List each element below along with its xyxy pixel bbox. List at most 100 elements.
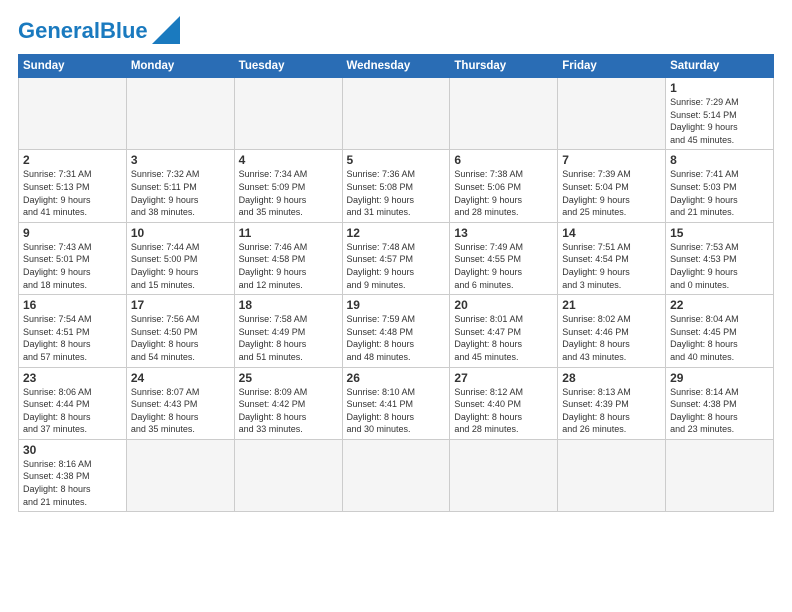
day-info: Sunrise: 7:46 AM Sunset: 4:58 PM Dayligh… xyxy=(239,241,338,291)
day-info: Sunrise: 8:16 AM Sunset: 4:38 PM Dayligh… xyxy=(23,458,122,508)
logo: GeneralBlue xyxy=(18,18,180,44)
calendar-row-5: 23Sunrise: 8:06 AM Sunset: 4:44 PM Dayli… xyxy=(19,367,774,439)
day-info: Sunrise: 7:48 AM Sunset: 4:57 PM Dayligh… xyxy=(347,241,446,291)
day-info: Sunrise: 8:09 AM Sunset: 4:42 PM Dayligh… xyxy=(239,386,338,436)
logo-triangle-icon xyxy=(152,16,180,44)
calendar-row-4: 16Sunrise: 7:54 AM Sunset: 4:51 PM Dayli… xyxy=(19,295,774,367)
table-row xyxy=(234,439,342,511)
logo-text: GeneralBlue xyxy=(18,20,148,42)
table-row xyxy=(450,439,558,511)
table-row: 23Sunrise: 8:06 AM Sunset: 4:44 PM Dayli… xyxy=(19,367,127,439)
day-number: 28 xyxy=(562,371,661,385)
logo-blue: Blue xyxy=(100,18,148,43)
table-row: 27Sunrise: 8:12 AM Sunset: 4:40 PM Dayli… xyxy=(450,367,558,439)
table-row xyxy=(234,78,342,150)
day-number: 20 xyxy=(454,298,553,312)
table-row: 3Sunrise: 7:32 AM Sunset: 5:11 PM Daylig… xyxy=(126,150,234,222)
table-row: 18Sunrise: 7:58 AM Sunset: 4:49 PM Dayli… xyxy=(234,295,342,367)
col-sunday: Sunday xyxy=(19,55,127,78)
table-row: 30Sunrise: 8:16 AM Sunset: 4:38 PM Dayli… xyxy=(19,439,127,511)
day-info: Sunrise: 8:14 AM Sunset: 4:38 PM Dayligh… xyxy=(670,386,769,436)
table-row: 20Sunrise: 8:01 AM Sunset: 4:47 PM Dayli… xyxy=(450,295,558,367)
day-number: 29 xyxy=(670,371,769,385)
col-saturday: Saturday xyxy=(666,55,774,78)
day-info: Sunrise: 8:13 AM Sunset: 4:39 PM Dayligh… xyxy=(562,386,661,436)
day-info: Sunrise: 8:07 AM Sunset: 4:43 PM Dayligh… xyxy=(131,386,230,436)
calendar-row-3: 9Sunrise: 7:43 AM Sunset: 5:01 PM Daylig… xyxy=(19,222,774,294)
day-number: 18 xyxy=(239,298,338,312)
day-info: Sunrise: 7:29 AM Sunset: 5:14 PM Dayligh… xyxy=(670,96,769,146)
day-number: 21 xyxy=(562,298,661,312)
table-row: 12Sunrise: 7:48 AM Sunset: 4:57 PM Dayli… xyxy=(342,222,450,294)
calendar-row-1: 1Sunrise: 7:29 AM Sunset: 5:14 PM Daylig… xyxy=(19,78,774,150)
table-row: 9Sunrise: 7:43 AM Sunset: 5:01 PM Daylig… xyxy=(19,222,127,294)
table-row: 15Sunrise: 7:53 AM Sunset: 4:53 PM Dayli… xyxy=(666,222,774,294)
day-number: 26 xyxy=(347,371,446,385)
table-row: 29Sunrise: 8:14 AM Sunset: 4:38 PM Dayli… xyxy=(666,367,774,439)
calendar-header-row: Sunday Monday Tuesday Wednesday Thursday… xyxy=(19,55,774,78)
day-number: 12 xyxy=(347,226,446,240)
day-info: Sunrise: 7:56 AM Sunset: 4:50 PM Dayligh… xyxy=(131,313,230,363)
table-row xyxy=(19,78,127,150)
calendar-table: Sunday Monday Tuesday Wednesday Thursday… xyxy=(18,54,774,512)
table-row: 14Sunrise: 7:51 AM Sunset: 4:54 PM Dayli… xyxy=(558,222,666,294)
logo-general: General xyxy=(18,18,100,43)
table-row xyxy=(126,439,234,511)
table-row: 7Sunrise: 7:39 AM Sunset: 5:04 PM Daylig… xyxy=(558,150,666,222)
calendar-row-6: 30Sunrise: 8:16 AM Sunset: 4:38 PM Dayli… xyxy=(19,439,774,511)
table-row: 24Sunrise: 8:07 AM Sunset: 4:43 PM Dayli… xyxy=(126,367,234,439)
col-friday: Friday xyxy=(558,55,666,78)
day-number: 8 xyxy=(670,153,769,167)
day-info: Sunrise: 8:02 AM Sunset: 4:46 PM Dayligh… xyxy=(562,313,661,363)
day-info: Sunrise: 7:53 AM Sunset: 4:53 PM Dayligh… xyxy=(670,241,769,291)
table-row: 4Sunrise: 7:34 AM Sunset: 5:09 PM Daylig… xyxy=(234,150,342,222)
table-row xyxy=(450,78,558,150)
table-row: 21Sunrise: 8:02 AM Sunset: 4:46 PM Dayli… xyxy=(558,295,666,367)
table-row: 1Sunrise: 7:29 AM Sunset: 5:14 PM Daylig… xyxy=(666,78,774,150)
day-number: 3 xyxy=(131,153,230,167)
day-info: Sunrise: 7:32 AM Sunset: 5:11 PM Dayligh… xyxy=(131,168,230,218)
day-info: Sunrise: 7:54 AM Sunset: 4:51 PM Dayligh… xyxy=(23,313,122,363)
day-number: 9 xyxy=(23,226,122,240)
day-info: Sunrise: 7:43 AM Sunset: 5:01 PM Dayligh… xyxy=(23,241,122,291)
table-row: 5Sunrise: 7:36 AM Sunset: 5:08 PM Daylig… xyxy=(342,150,450,222)
day-info: Sunrise: 8:10 AM Sunset: 4:41 PM Dayligh… xyxy=(347,386,446,436)
table-row xyxy=(666,439,774,511)
day-number: 10 xyxy=(131,226,230,240)
day-number: 17 xyxy=(131,298,230,312)
day-info: Sunrise: 7:59 AM Sunset: 4:48 PM Dayligh… xyxy=(347,313,446,363)
calendar-page: GeneralBlue Sunday Monday Tuesday Wednes… xyxy=(0,0,792,612)
logo-icon: GeneralBlue xyxy=(18,18,180,44)
day-info: Sunrise: 7:31 AM Sunset: 5:13 PM Dayligh… xyxy=(23,168,122,218)
calendar-row-2: 2Sunrise: 7:31 AM Sunset: 5:13 PM Daylig… xyxy=(19,150,774,222)
table-row: 2Sunrise: 7:31 AM Sunset: 5:13 PM Daylig… xyxy=(19,150,127,222)
table-row: 25Sunrise: 8:09 AM Sunset: 4:42 PM Dayli… xyxy=(234,367,342,439)
day-number: 11 xyxy=(239,226,338,240)
table-row: 10Sunrise: 7:44 AM Sunset: 5:00 PM Dayli… xyxy=(126,222,234,294)
day-number: 16 xyxy=(23,298,122,312)
col-tuesday: Tuesday xyxy=(234,55,342,78)
day-number: 14 xyxy=(562,226,661,240)
day-info: Sunrise: 7:34 AM Sunset: 5:09 PM Dayligh… xyxy=(239,168,338,218)
day-info: Sunrise: 7:49 AM Sunset: 4:55 PM Dayligh… xyxy=(454,241,553,291)
table-row xyxy=(342,439,450,511)
table-row: 6Sunrise: 7:38 AM Sunset: 5:06 PM Daylig… xyxy=(450,150,558,222)
day-number: 25 xyxy=(239,371,338,385)
day-number: 24 xyxy=(131,371,230,385)
day-info: Sunrise: 7:38 AM Sunset: 5:06 PM Dayligh… xyxy=(454,168,553,218)
day-number: 27 xyxy=(454,371,553,385)
day-number: 4 xyxy=(239,153,338,167)
day-number: 7 xyxy=(562,153,661,167)
day-info: Sunrise: 8:04 AM Sunset: 4:45 PM Dayligh… xyxy=(670,313,769,363)
table-row: 22Sunrise: 8:04 AM Sunset: 4:45 PM Dayli… xyxy=(666,295,774,367)
day-info: Sunrise: 7:51 AM Sunset: 4:54 PM Dayligh… xyxy=(562,241,661,291)
day-number: 5 xyxy=(347,153,446,167)
day-number: 13 xyxy=(454,226,553,240)
table-row: 11Sunrise: 7:46 AM Sunset: 4:58 PM Dayli… xyxy=(234,222,342,294)
table-row: 16Sunrise: 7:54 AM Sunset: 4:51 PM Dayli… xyxy=(19,295,127,367)
col-monday: Monday xyxy=(126,55,234,78)
col-thursday: Thursday xyxy=(450,55,558,78)
table-row: 17Sunrise: 7:56 AM Sunset: 4:50 PM Dayli… xyxy=(126,295,234,367)
table-row: 19Sunrise: 7:59 AM Sunset: 4:48 PM Dayli… xyxy=(342,295,450,367)
day-number: 6 xyxy=(454,153,553,167)
